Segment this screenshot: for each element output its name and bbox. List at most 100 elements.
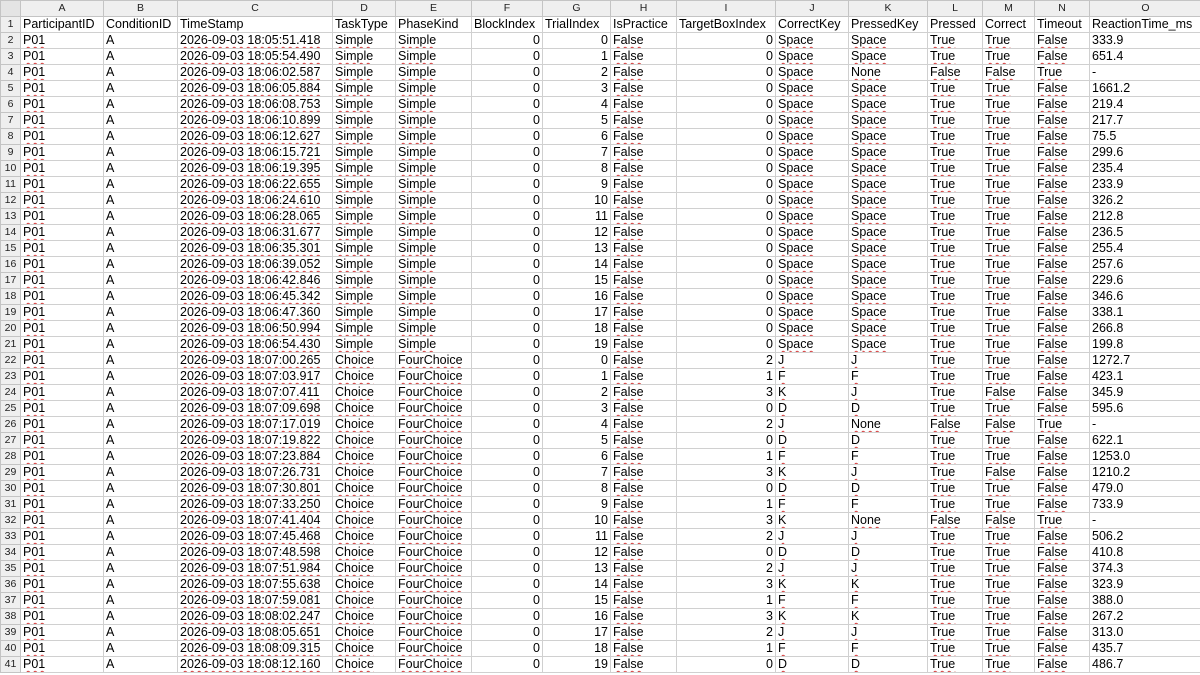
table-cell[interactable]: False [610,496,677,513]
table-cell[interactable]: Simple [332,288,396,305]
field-name-cell[interactable]: TimeStamp [177,16,333,33]
table-cell[interactable]: True [927,528,983,545]
table-cell[interactable]: 9 [542,176,611,193]
table-cell[interactable]: 2026-09-03 18:08:12.160 [177,656,333,673]
table-cell[interactable]: - [1089,64,1200,81]
table-cell[interactable]: P01 [20,80,104,97]
table-cell[interactable]: False [610,224,677,241]
table-cell[interactable]: D [775,656,849,673]
table-cell[interactable]: False [610,144,677,161]
table-cell[interactable]: 338.1 [1089,304,1200,321]
table-cell[interactable]: 435.7 [1089,640,1200,657]
row-header[interactable]: 21 [0,336,21,353]
table-cell[interactable]: Space [848,112,928,129]
table-cell[interactable]: 0 [471,240,543,257]
table-cell[interactable]: 2026-09-03 18:07:03.917 [177,368,333,385]
table-cell[interactable]: J [848,384,928,401]
table-cell[interactable]: A [103,208,178,225]
table-cell[interactable]: Space [848,176,928,193]
table-cell[interactable]: Space [775,240,849,257]
table-cell[interactable]: 4 [542,416,611,433]
table-cell[interactable]: D [775,544,849,561]
table-cell[interactable]: 9 [542,496,611,513]
table-cell[interactable]: A [103,176,178,193]
table-cell[interactable]: 75.5 [1089,128,1200,145]
table-cell[interactable]: 2026-09-03 18:06:19.395 [177,160,333,177]
table-cell[interactable]: Simple [332,144,396,161]
table-cell[interactable]: Choice [332,656,396,673]
table-cell[interactable]: 2026-09-03 18:07:33.250 [177,496,333,513]
table-cell[interactable]: 0 [471,192,543,209]
column-header-h[interactable]: H [610,0,677,17]
table-cell[interactable]: P01 [20,448,104,465]
table-cell[interactable]: Space [848,208,928,225]
table-cell[interactable]: 0 [676,48,776,65]
table-cell[interactable]: True [982,32,1035,49]
table-cell[interactable]: 2026-09-03 18:06:28.065 [177,208,333,225]
table-cell[interactable]: D [848,400,928,417]
table-cell[interactable]: True [927,368,983,385]
table-cell[interactable]: Space [775,160,849,177]
table-cell[interactable]: True [982,272,1035,289]
table-cell[interactable]: 479.0 [1089,480,1200,497]
table-cell[interactable]: 388.0 [1089,592,1200,609]
table-cell[interactable]: Simple [332,240,396,257]
table-cell[interactable]: 2026-09-03 18:06:54.430 [177,336,333,353]
table-cell[interactable]: 2026-09-03 18:07:17.019 [177,416,333,433]
table-cell[interactable]: True [927,480,983,497]
column-header-m[interactable]: M [982,0,1035,17]
table-cell[interactable]: P01 [20,64,104,81]
table-cell[interactable]: False [610,48,677,65]
row-header[interactable]: 28 [0,448,21,465]
table-cell[interactable]: 0 [676,400,776,417]
table-cell[interactable]: 346.6 [1089,288,1200,305]
table-cell[interactable]: False [610,640,677,657]
table-cell[interactable]: A [103,464,178,481]
table-cell[interactable]: False [1034,160,1090,177]
table-cell[interactable]: True [927,560,983,577]
table-cell[interactable]: K [775,512,849,529]
table-cell[interactable]: 2026-09-03 18:06:02.587 [177,64,333,81]
table-cell[interactable]: 2026-09-03 18:07:45.468 [177,528,333,545]
table-cell[interactable]: Simple [332,304,396,321]
table-cell[interactable]: A [103,128,178,145]
table-cell[interactable]: Simple [332,112,396,129]
table-cell[interactable]: 0 [676,64,776,81]
row-header[interactable]: 11 [0,176,21,193]
table-cell[interactable]: A [103,256,178,273]
table-cell[interactable]: 2026-09-03 18:06:47.360 [177,304,333,321]
table-cell[interactable]: 0 [471,464,543,481]
table-cell[interactable]: P01 [20,160,104,177]
column-header-d[interactable]: D [332,0,396,17]
table-cell[interactable]: 3 [542,400,611,417]
table-cell[interactable]: True [927,352,983,369]
table-cell[interactable]: 0 [471,176,543,193]
table-cell[interactable]: False [1034,144,1090,161]
table-cell[interactable]: False [610,96,677,113]
table-cell[interactable]: False [610,192,677,209]
table-cell[interactable]: True [927,272,983,289]
table-cell[interactable]: Space [848,320,928,337]
table-cell[interactable]: P01 [20,464,104,481]
column-header-l[interactable]: L [927,0,983,17]
table-cell[interactable]: 14 [542,256,611,273]
table-cell[interactable]: False [610,416,677,433]
table-cell[interactable]: J [775,624,849,641]
table-cell[interactable]: Simple [332,224,396,241]
table-cell[interactable]: P01 [20,32,104,49]
table-cell[interactable]: K [775,608,849,625]
table-cell[interactable]: False [1034,624,1090,641]
table-cell[interactable]: True [927,656,983,673]
table-cell[interactable]: 374.3 [1089,560,1200,577]
table-cell[interactable]: 2026-09-03 18:06:24.610 [177,192,333,209]
table-cell[interactable]: Space [848,304,928,321]
row-header[interactable]: 3 [0,48,21,65]
table-cell[interactable]: A [103,512,178,529]
table-cell[interactable]: False [1034,208,1090,225]
table-cell[interactable]: A [103,144,178,161]
table-cell[interactable]: 2026-09-03 18:08:05.651 [177,624,333,641]
table-cell[interactable]: None [848,512,928,529]
table-cell[interactable]: FourChoice [395,496,472,513]
table-cell[interactable]: 0 [542,32,611,49]
table-cell[interactable]: J [848,560,928,577]
